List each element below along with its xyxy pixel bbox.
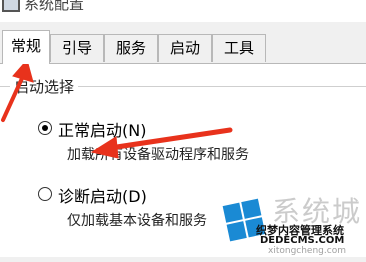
tab-startup[interactable]: 启动 bbox=[158, 34, 212, 62]
window-title: 系统配置 bbox=[24, 0, 85, 13]
tab-tools[interactable]: 工具 bbox=[212, 34, 266, 62]
tab-general[interactable]: 常规 bbox=[2, 30, 50, 64]
title-bar: 系统配置 bbox=[0, 0, 366, 22]
normal-startup-label[interactable]: 正常启动(N) bbox=[58, 117, 146, 141]
diagnostic-startup-label[interactable]: 诊断启动(D) bbox=[58, 183, 147, 207]
watermark-line3: xitongcheng.com bbox=[268, 246, 346, 256]
tab-strip: 常规 引导 服务 启动 工具 bbox=[0, 30, 366, 64]
diagnostic-startup-radio[interactable] bbox=[38, 187, 52, 201]
tab-boot[interactable]: 引导 bbox=[50, 34, 104, 62]
normal-startup-radio[interactable] bbox=[38, 121, 52, 135]
watermark: 系统城 织梦内容管理系统 DEDECMS.COM xitongcheng.com bbox=[210, 176, 366, 256]
watermark-line2: DEDECMS.COM bbox=[260, 235, 345, 246]
diagnostic-startup-description: 仅加载基本设备和服务 bbox=[67, 213, 207, 229]
tab-services[interactable]: 服务 bbox=[104, 34, 158, 62]
normal-startup-description: 加载所有设备驱动程序和服务 bbox=[67, 147, 249, 163]
group-label: 启动选择 bbox=[10, 76, 79, 97]
app-icon bbox=[2, 0, 20, 12]
